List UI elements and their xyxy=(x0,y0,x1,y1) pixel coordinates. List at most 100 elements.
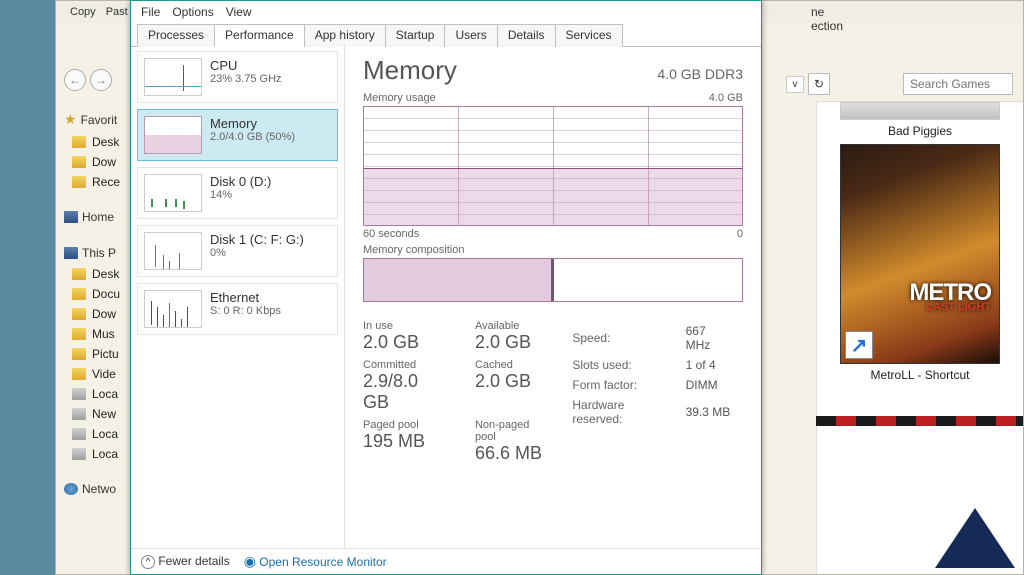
side-sub: 2.0/4.0 GB (50%) xyxy=(210,131,295,143)
folder-icon xyxy=(72,176,86,188)
resource-monitor-icon: ◉ xyxy=(244,553,256,569)
drive-icon xyxy=(72,448,86,460)
tab-processes[interactable]: Processes xyxy=(137,24,215,47)
network-icon xyxy=(64,483,78,495)
memory-composition-chart xyxy=(363,258,743,302)
game-tile-metro[interactable]: METROLAST LIGHT ↗ MetroLL - Shortcut xyxy=(840,144,1000,382)
nav-forward-button[interactable]: → xyxy=(90,69,112,91)
open-resource-monitor-link[interactable]: ◉ Open Resource Monitor xyxy=(244,553,387,570)
homegroup-icon xyxy=(64,211,78,223)
game-thumb-metro: METROLAST LIGHT ↗ xyxy=(840,144,1000,364)
menu-bar: File Options View xyxy=(131,1,761,23)
side-card-memory[interactable]: Memory 2.0/4.0 GB (50%) xyxy=(137,109,338,161)
memory-spec: 4.0 GB DDR3 xyxy=(657,66,743,82)
side-card-ethernet[interactable]: Ethernet S: 0 R: 0 Kbps xyxy=(137,283,338,335)
tab-startup[interactable]: Startup xyxy=(385,24,446,47)
menu-view[interactable]: View xyxy=(226,5,252,19)
ribbon-fragment: ne ection xyxy=(811,5,843,33)
memory-usage-chart xyxy=(363,106,743,226)
sparkline-disk0 xyxy=(144,174,202,212)
stat-val: 1 of 4 xyxy=(686,356,741,374)
side-card-disk0[interactable]: Disk 0 (D:) 14% xyxy=(137,167,338,219)
address-dropdown-icon[interactable]: v xyxy=(786,76,804,93)
game-thumb xyxy=(840,102,1000,120)
stats-left: In use 2.0 GB Available 2.0 GB Committed… xyxy=(363,320,550,468)
folder-icon xyxy=(72,136,86,148)
graph-label-right: 4.0 GB xyxy=(709,92,743,104)
side-sub: 0% xyxy=(210,247,304,259)
game-label: MetroLL - Shortcut xyxy=(840,368,1000,382)
drive-icon xyxy=(72,408,86,420)
stat-label: Cached xyxy=(475,359,550,371)
folder-icon xyxy=(72,348,86,360)
folder-icon xyxy=(72,288,86,300)
menu-file[interactable]: File xyxy=(141,5,160,19)
ribbon-paste-label: Past xyxy=(106,6,128,18)
ribbon-copy[interactable]: Copy xyxy=(70,6,96,18)
tab-app-history[interactable]: App history xyxy=(304,24,386,47)
ribbon-copy-label: Copy xyxy=(70,6,96,18)
drive-icon xyxy=(72,388,86,400)
stat-val: 39.3 MB xyxy=(686,396,741,428)
sparkline-ethernet xyxy=(144,290,202,328)
stat-key: Form factor: xyxy=(572,376,683,394)
stat-label: Available xyxy=(475,320,550,332)
decorative-bar xyxy=(816,416,1023,426)
side-sub: 14% xyxy=(210,189,271,201)
address-bar-tail[interactable]: v ↻ xyxy=(786,73,888,95)
side-card-cpu[interactable]: CPU 23% 3.75 GHz xyxy=(137,51,338,103)
axis-left: 60 seconds xyxy=(363,228,419,240)
refresh-button[interactable]: ↻ xyxy=(808,73,830,95)
star-icon: ★ xyxy=(64,111,77,128)
folder-icon xyxy=(72,328,86,340)
stat-value: 195 MB xyxy=(363,431,449,452)
folder-icon xyxy=(72,368,86,380)
performance-main: Memory 4.0 GB DDR3 Memory usage 4.0 GB 6… xyxy=(345,45,761,548)
nav-back-button[interactable]: ← xyxy=(64,69,86,91)
stat-value: 2.0 GB xyxy=(475,332,550,353)
stat-key: Slots used: xyxy=(572,356,683,374)
folder-icon xyxy=(72,308,86,320)
shortcut-arrow-icon: ↗ xyxy=(845,331,873,359)
task-manager-footer: ^ Fewer details ◉ Open Resource Monitor xyxy=(131,548,761,574)
stat-key: Hardware reserved: xyxy=(572,396,683,428)
chevron-up-icon: ^ xyxy=(141,555,155,569)
stat-value: 2.0 GB xyxy=(363,332,449,353)
side-sub: S: 0 R: 0 Kbps xyxy=(210,305,281,317)
ribbon-paste[interactable]: Past xyxy=(106,6,128,18)
menu-options[interactable]: Options xyxy=(172,5,213,19)
tab-services[interactable]: Services xyxy=(555,24,623,47)
fewer-details-button[interactable]: ^ Fewer details xyxy=(141,554,230,570)
game-label: Bad Piggies xyxy=(840,124,1000,138)
corner-logo xyxy=(935,508,1015,568)
stat-key: Speed: xyxy=(572,322,683,354)
side-title: Ethernet xyxy=(210,290,281,305)
tab-performance[interactable]: Performance xyxy=(214,24,305,47)
stat-label: Non-paged pool xyxy=(475,419,550,443)
search-input[interactable] xyxy=(903,73,1013,95)
composition-label: Memory composition xyxy=(363,244,743,256)
game-tile-badpiggies[interactable]: Bad Piggies xyxy=(840,102,1000,138)
side-title: Disk 0 (D:) xyxy=(210,174,271,189)
side-sub: 23% 3.75 GHz xyxy=(210,73,282,85)
folder-icon xyxy=(72,268,86,280)
sparkline-disk1 xyxy=(144,232,202,270)
explorer-nav: ← → xyxy=(64,69,112,91)
tab-users[interactable]: Users xyxy=(444,24,497,47)
stat-label: Paged pool xyxy=(363,419,449,431)
stat-value: 66.6 MB xyxy=(475,443,550,464)
stat-val: 667 MHz xyxy=(686,322,741,354)
stat-value: 2.9/8.0 GB xyxy=(363,371,449,413)
performance-sidebar: CPU 23% 3.75 GHz Memory 2.0/4.0 GB (50%)… xyxy=(131,45,345,548)
tab-details[interactable]: Details xyxy=(497,24,556,47)
graph-label-left: Memory usage xyxy=(363,92,436,104)
sparkline-memory xyxy=(144,116,202,154)
side-title: Memory xyxy=(210,116,295,131)
stat-label: Committed xyxy=(363,359,449,371)
side-title: CPU xyxy=(210,58,282,73)
stats-right: Speed:667 MHz Slots used:1 of 4 Form fac… xyxy=(570,320,743,468)
sparkline-cpu xyxy=(144,58,202,96)
task-manager-window: File Options View Processes Performance … xyxy=(130,0,762,575)
side-card-disk1[interactable]: Disk 1 (C: F: G:) 0% xyxy=(137,225,338,277)
page-title: Memory xyxy=(363,55,457,86)
